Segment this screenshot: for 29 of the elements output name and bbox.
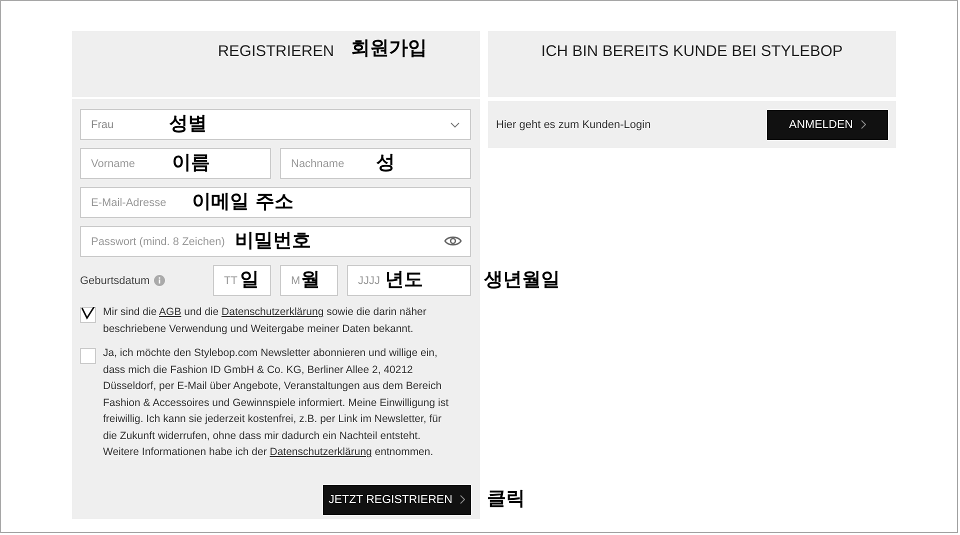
annotation-text: 이름: [172, 153, 210, 172]
eye-icon[interactable]: [444, 235, 462, 247]
gender-select[interactable]: Frau 성별: [80, 109, 471, 140]
login-title: ICH BIN BEREITS KUNDE BEI STYLEBOP: [541, 43, 843, 61]
annotation-text: 년도: [385, 270, 423, 290]
annotation-text: 이메일 주소: [192, 192, 294, 212]
annotation-text: 비밀번호: [235, 231, 311, 250]
chevron-right-icon: [860, 120, 866, 129]
chevron-right-icon: [460, 495, 466, 504]
chevron-down-icon: [450, 122, 460, 128]
annotation-text: 회원가입: [351, 39, 427, 58]
annotation-text: 성: [376, 153, 395, 172]
annotation-text: 생년월일: [484, 270, 560, 290]
privacy-link[interactable]: AGB: [159, 306, 182, 318]
consent-text: Ja, ich möchte den Stylebop.com Newsletter abonnieren und willige ein, dass mich die Fashion ID GmbH & Co. KG, Berliner Allee 2, 40212 Düsseldorf, per E-Mail über Angebote, Veranstaltungen aus dem Bereich Fashion & Accessoires und Gewinnspiele informiert. Meine Einwilligung ist freiwillig. Ich kann sie jederzeit kostenfrei, z.B. per Link im Newsletter, für die Zukunft widerrufen, ohne dass mir dadurch ein Nachteil entsteht. Weitere Informationen habe ich der Datenschutzerklärung entnommen.: [103, 346, 450, 460]
annotation-text: 클릭: [487, 489, 525, 508]
privacy-link[interactable]: Datenschutzerklärung: [222, 306, 324, 318]
checkbox[interactable]: [80, 348, 96, 364]
annotation-text: 성별: [169, 114, 207, 134]
birthdate-label: Geburtsdatum: [80, 274, 150, 286]
consent-text: Mir sind die AGB und die Datenschutzerklärung sowie die darin näher beschriebene Verwendung und Weitergabe meiner Daten bekannt.: [103, 305, 428, 336]
login-button[interactable]: ANMELDEN: [767, 110, 888, 140]
annotation-text: 일: [240, 270, 259, 290]
privacy-link[interactable]: Datenschutzerklärung: [270, 446, 372, 458]
checkbox[interactable]: [80, 307, 96, 323]
register-title: REGISTRIEREN: [218, 43, 334, 61]
login-text: Hier geht es zum Kunden-Login: [496, 118, 651, 130]
register-button[interactable]: JETZT REGISTRIEREN: [323, 484, 471, 514]
annotation-text: 월: [301, 270, 320, 290]
